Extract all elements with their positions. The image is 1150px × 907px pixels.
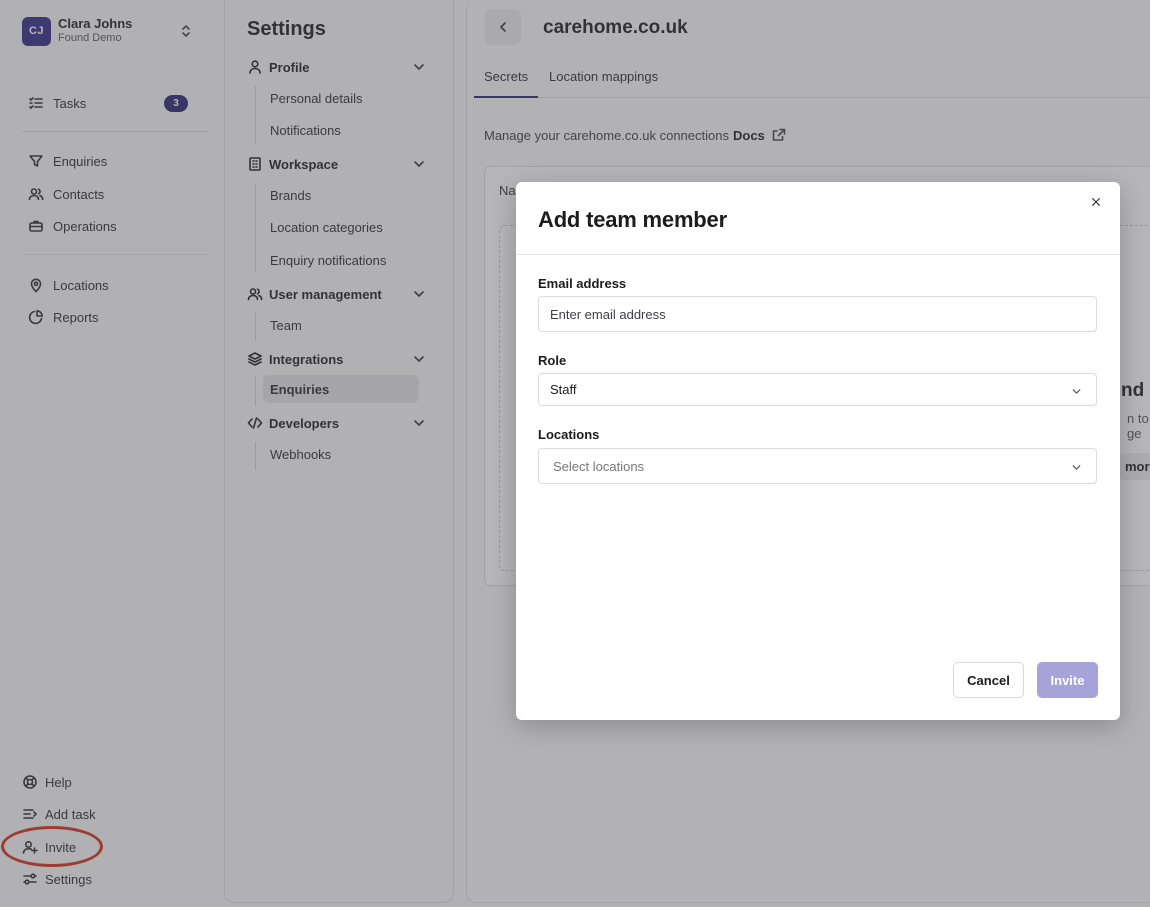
email-label: Email address	[538, 276, 627, 291]
role-value: Staff	[550, 382, 577, 397]
locations-select[interactable]: Select locations	[538, 448, 1097, 484]
email-field[interactable]	[538, 296, 1097, 332]
close-icon	[1088, 194, 1104, 210]
locations-label: Locations	[538, 427, 600, 442]
invite-button[interactable]: Invite	[1037, 662, 1098, 698]
chevron-down-icon	[1068, 383, 1084, 399]
close-button[interactable]	[1088, 194, 1106, 212]
dialog-divider	[516, 254, 1120, 255]
add-team-member-dialog: Add team member Email address Role Staff…	[516, 182, 1120, 720]
cancel-button[interactable]: Cancel	[953, 662, 1024, 698]
locations-placeholder: Select locations	[553, 458, 645, 474]
role-select[interactable]: Staff	[538, 373, 1097, 406]
role-label: Role	[538, 353, 567, 368]
dialog-title: Add team member	[538, 207, 727, 232]
chevron-down-icon	[1068, 459, 1084, 475]
